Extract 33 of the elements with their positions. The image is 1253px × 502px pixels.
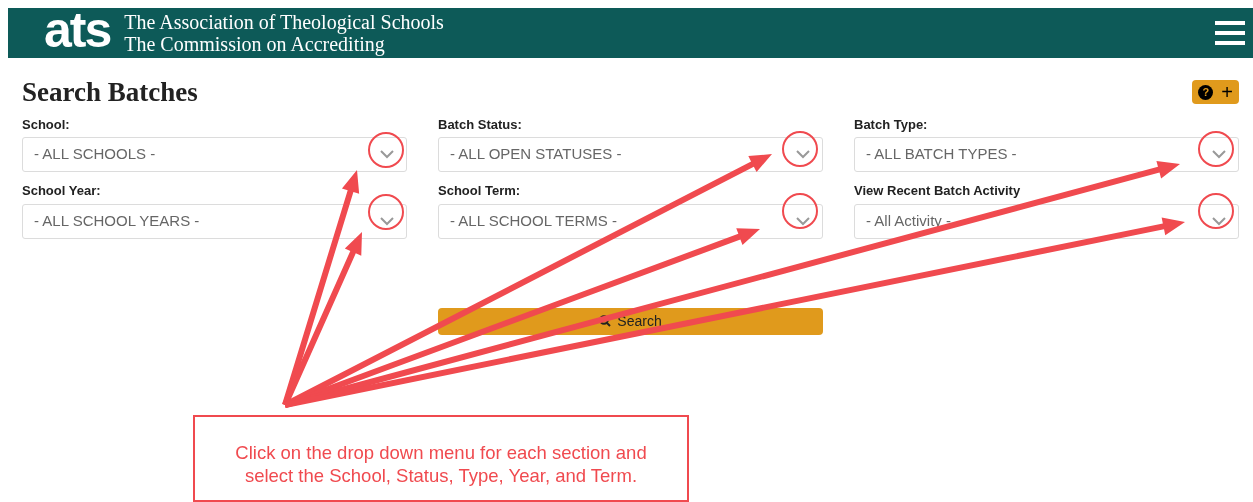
menu-icon[interactable] (1215, 20, 1245, 46)
highlight-circle (782, 193, 818, 229)
search-icon (599, 315, 612, 327)
highlight-circle (1198, 193, 1234, 229)
add-button[interactable]: + (1221, 82, 1233, 103)
highlight-circle (368, 194, 404, 230)
callout-text: Click on the drop down menu for each section and select the School, Status, Type, Year, and Term. (234, 440, 648, 487)
field-label: School: (22, 115, 71, 134)
chevron-icon (796, 216, 810, 226)
field-label: Batch Status: (438, 115, 523, 134)
page-title: Search Batches (22, 76, 198, 109)
highlight-circle (368, 132, 404, 168)
field-label: School Term: (438, 182, 522, 200)
help-button[interactable]: ? (1198, 84, 1214, 100)
chevron-icon (796, 150, 810, 159)
action-buttons[interactable]: ? + (1192, 80, 1239, 105)
header-title: The Association of Theological Schools (124, 11, 444, 33)
dropdown[interactable]: - ALL OPEN STATUSES - (438, 137, 823, 172)
field-label: School Year: (22, 182, 102, 200)
chevron-icon (1212, 216, 1226, 226)
chevron-icon (1212, 150, 1226, 159)
dropdown[interactable]: - ALL BATCH TYPES - (854, 137, 1239, 172)
dropdown[interactable]: - ALL SCHOOL YEARS - (22, 203, 407, 239)
chevron-icon (380, 150, 394, 159)
field-label: View Recent Batch Activity (854, 182, 1022, 200)
chevron-icon (380, 216, 394, 226)
highlight-circle (1198, 131, 1234, 167)
dropdown[interactable]: - ALL SCHOOLS - (22, 137, 407, 172)
field-label: Batch Type: (854, 115, 929, 134)
header-title: The Commission on Accrediting (124, 33, 386, 55)
logo: ats (44, 5, 111, 55)
dropdown[interactable]: - ALL SCHOOL TERMS - (438, 203, 823, 239)
highlight-circle (782, 131, 818, 167)
